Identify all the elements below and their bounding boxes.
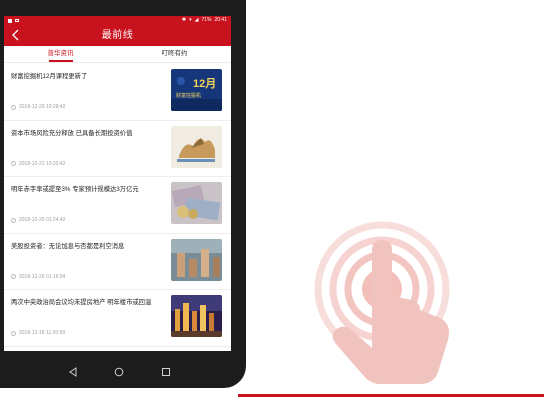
news-item[interactable]: 两次中央政治局会议均未提房地产 明年楼市或回温 2018-12-18 11:20… xyxy=(4,290,231,347)
tab-bar: 普华资讯 叮咚有约 xyxy=(4,46,231,63)
news-date: 2018-12-21 10:33:42 xyxy=(19,160,66,167)
clock-icon xyxy=(11,104,16,110)
clock-icon xyxy=(11,330,16,336)
touch-gesture-icon xyxy=(314,221,450,384)
clock-time: 20:41 xyxy=(214,17,227,23)
wifi-icon: ▾ xyxy=(189,17,192,23)
page-title: 最前线 xyxy=(101,30,134,41)
thumb-title: 12月 xyxy=(193,77,216,90)
nav-back-icon[interactable] xyxy=(68,367,78,377)
system-nav-bar xyxy=(4,362,231,384)
news-headline: 财富挖掘机12月课程更新了 xyxy=(11,73,88,80)
notification-icon xyxy=(8,18,12,23)
signal-icon: ◢ xyxy=(194,17,199,23)
news-date: 2018-12-20 01:24:42 xyxy=(19,217,66,224)
news-item[interactable]: 明年赤字率或提至3% 专家预计规模达3万亿元 2018-12-20 01:24:… xyxy=(4,177,231,234)
news-headline: 美股投资者：无论加息与否都是利空消息 xyxy=(11,242,125,250)
tab-dingdong-appointment[interactable]: 叮咚有约 xyxy=(118,46,231,63)
news-thumbnail xyxy=(171,238,222,281)
notification-icon xyxy=(15,19,19,22)
news-item[interactable]: 美股投资者：无论加息与否都是利空消息 2018-12-20 01:16:54 xyxy=(4,234,231,291)
thumb-subtitle: 财富挖掘机 xyxy=(176,92,201,99)
news-thumbnail: 12月 财富挖掘机 xyxy=(171,69,222,111)
news-date: 2018-12-29 10:28:42 xyxy=(19,104,66,110)
news-headline: 资本市场风险充分释放 已具备长期投资价值 xyxy=(11,129,133,137)
battery-level: 71% xyxy=(201,17,212,23)
news-headline: 明年赤字率或提至3% 专家预计规模达3万亿元 xyxy=(11,186,139,194)
news-headline: 两次中央政治局会议均未提房地产 明年楼市或回温 xyxy=(11,299,152,307)
news-item[interactable]: 财富挖掘机12月课程更新了 2018-12-29 10:28:42 12月 财富… xyxy=(4,64,231,121)
news-thumbnail xyxy=(171,125,222,168)
news-item[interactable]: 资本市场风险充分释放 已具备长期投资价值 2018-12-21 10:33:42 xyxy=(4,121,231,178)
nav-home-icon[interactable] xyxy=(114,367,124,377)
app-screen: ✱ ▾ ◢ 71% 20:41 最前线 普华资讯 叮咚有约 财富挖掘机12月课程… xyxy=(4,16,231,351)
clock-icon xyxy=(11,274,16,280)
clock-icon xyxy=(11,161,16,167)
news-date: 2018-12-20 01:16:54 xyxy=(19,273,66,280)
news-thumbnail xyxy=(171,182,222,225)
bluetooth-icon: ✱ xyxy=(181,17,187,23)
app-bar: 最前线 xyxy=(4,25,231,46)
news-date: 2018-12-18 11:20:58 xyxy=(19,330,66,337)
nav-recents-icon[interactable] xyxy=(161,367,171,377)
tab-selected-indicator xyxy=(49,60,73,62)
clock-icon xyxy=(11,217,16,223)
accent-line xyxy=(238,394,544,397)
news-thumbnail xyxy=(171,295,222,338)
news-list: 财富挖掘机12月课程更新了 2018-12-29 10:28:42 12月 财富… xyxy=(4,64,231,347)
status-bar: ✱ ▾ ◢ 71% 20:41 xyxy=(4,16,231,25)
